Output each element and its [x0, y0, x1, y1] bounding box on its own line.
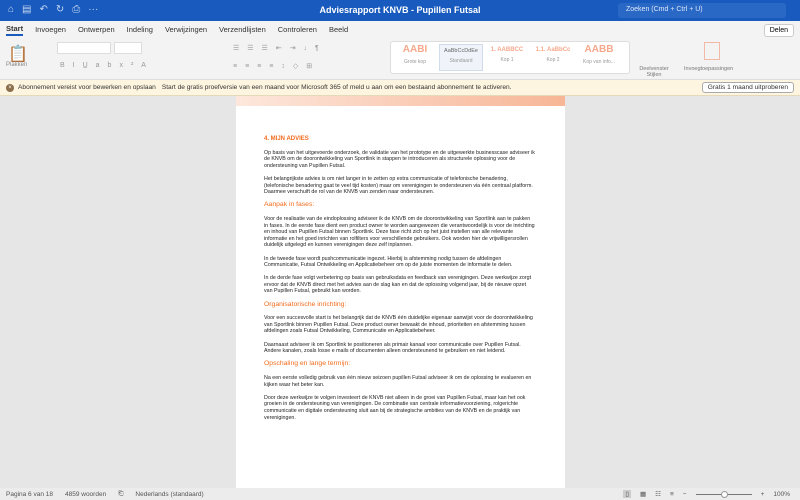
styles-gallery: AABI Grote kop AaBbCcDdEe Standaard 1. AAB… [390, 41, 630, 74]
addins-icon[interactable] [704, 42, 720, 60]
align-icons[interactable]: ≡≡≡≡↕◇⊞ [233, 62, 320, 70]
tab-start[interactable]: Start [6, 24, 24, 36]
paste-icon[interactable]: 📋 [8, 44, 28, 64]
banner-message: Start de gratis proefversie van een maan… [161, 84, 512, 91]
styles-pane-button[interactable]: Deelvenster Stijlen [636, 66, 672, 78]
addins-button[interactable]: Invoegtoepassingen [684, 66, 733, 72]
paragraph: Op basis van het uitgevoerde onderzoek, … [264, 149, 535, 169]
subheading: Aanpak in fases: [264, 201, 315, 209]
page-count[interactable]: Pagina 6 van 18 [6, 491, 53, 498]
zoom-out-button[interactable]: − [683, 491, 687, 498]
tab-verzendlijsten[interactable]: Verzendlijsten [219, 25, 266, 34]
style-kop2[interactable]: 1.1. AaBbCc Kop 2 [531, 44, 575, 71]
paragraph: Na een eerste volledig gebruik van één n… [264, 375, 532, 388]
zoom-slider[interactable] [695, 490, 752, 498]
language[interactable]: Nederlands (standaard) [135, 491, 203, 498]
zoom-in-button[interactable]: + [761, 491, 765, 498]
tab-controleren[interactable]: Controleren [278, 25, 317, 34]
paragraph: Daarnaast adviseer ik om Sportlink te po… [264, 341, 521, 355]
paragraph: Door deze werkwijze te volgen investeert… [264, 394, 526, 421]
font-select[interactable] [57, 42, 111, 54]
outline-icon[interactable]: ☷ [655, 490, 661, 498]
section-heading: 4. MIJN ADVIES [264, 136, 309, 142]
word-count[interactable]: 4859 woorden [65, 491, 106, 498]
trial-button[interactable]: Gratis 1 maand uitproberen [701, 82, 794, 93]
paragraph: In de tweede fase wordt pushcommunicatie… [264, 255, 513, 269]
draft-icon[interactable]: ≡ [670, 491, 674, 498]
banner-title: Abonnement vereist voor bewerken en opsl… [18, 84, 156, 91]
zoom-slider-handle[interactable] [720, 490, 728, 498]
status-bar: Pagina 6 van 18 4859 woorden ⎗ Nederland… [0, 488, 800, 500]
paragraph-icons[interactable]: ☰☰☰⇤⇥↓¶ [233, 44, 327, 52]
tab-indeling[interactable]: Indeling [127, 25, 153, 34]
zoom-level[interactable]: 100% [773, 491, 790, 498]
close-circle-icon[interactable]: × [6, 83, 14, 92]
tab-invoegen[interactable]: Invoegen [35, 25, 66, 34]
document-page[interactable]: 4. MIJN ADVIES Op basis van het uitgevoe… [236, 96, 565, 488]
title-bar: ⌂ ▤ ↶ ↻ ⎙ ··· Adviesrapport KNVB - Pupillen F… [0, 0, 800, 21]
tab-verwijzingen[interactable]: Verwijzingen [165, 25, 207, 34]
print-layout-icon[interactable]: ▯ [623, 490, 631, 498]
style-grote-kop[interactable]: AABI Grote kop [393, 44, 437, 71]
paragraph: Voor een succesvolle start is het belang… [264, 315, 533, 335]
style-kop1[interactable]: 1. AABBCC Kop 1 [485, 44, 529, 71]
page-header-band [236, 96, 565, 106]
tab-beeld[interactable]: Beeld [329, 25, 348, 34]
font-size-select[interactable] [114, 42, 142, 54]
subscription-banner: × Abonnement vereist voor bewerken en op… [0, 80, 800, 96]
paragraph: In de derde fase volgt verbetering op ba… [264, 275, 532, 295]
search-input[interactable]: Zoeken (Cmd + Ctrl + U) [618, 3, 786, 18]
paragraph: Voor de realisatie van de eindoplossing … [264, 215, 535, 249]
share-button[interactable]: Delen [763, 24, 794, 37]
style-kop-van-info[interactable]: AABB Kop van info... [577, 44, 621, 71]
ribbon: 📋 Plakken BIU̲abx²A ☰☰☰⇤⇥↓¶ ≡≡≡≡↕◇⊞ AABI… [0, 38, 800, 80]
focus-icon[interactable]: ▦ [640, 490, 646, 498]
format-icons[interactable]: BIU̲abx²A [60, 62, 154, 69]
paste-label: Plakken [6, 62, 28, 68]
proofing-icon[interactable]: ⎗ [118, 490, 123, 498]
paragraph: Het belangrijkste advies is om niet lang… [264, 175, 533, 196]
tab-ontwerpen[interactable]: Ontwerpen [78, 25, 115, 34]
subheading: Organisatorische inrichting: [264, 300, 347, 308]
subheading: Opschaling en lange termijn: [264, 360, 351, 368]
style-standaard[interactable]: AaBbCcDdEe Standaard [439, 44, 483, 71]
ribbon-tabs: Start Invoegen Ontwerpen Indeling Verwij… [0, 21, 800, 38]
